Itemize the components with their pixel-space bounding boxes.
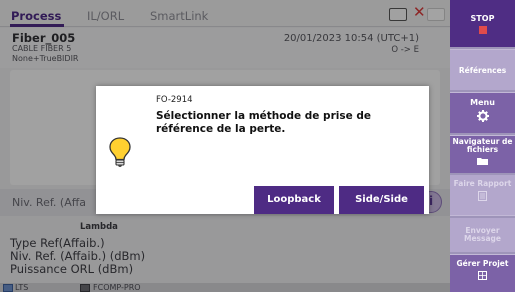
send-message-label: Envoyer Message bbox=[464, 226, 501, 243]
right-sidebar: STOP Références Menu Navigateur de fichi… bbox=[450, 0, 515, 292]
file-navigator-button[interactable]: Navigateur de fichiers bbox=[450, 136, 515, 173]
manage-project-label: Gérer Projet bbox=[456, 259, 509, 268]
sidebar-divider bbox=[450, 90, 515, 92]
sidebar-divider bbox=[450, 47, 515, 49]
stop-label: STOP bbox=[470, 14, 495, 23]
project-grid-icon bbox=[478, 271, 487, 280]
loopback-button[interactable]: Loopback bbox=[254, 186, 334, 214]
references-label: Références bbox=[458, 66, 507, 75]
dialog-code: FO-2914 bbox=[156, 95, 193, 105]
send-message-button[interactable]: Envoyer Message bbox=[450, 218, 515, 252]
side-side-button[interactable]: Side/Side bbox=[339, 186, 424, 214]
make-report-button[interactable]: Faire Rapport bbox=[450, 175, 515, 215]
stop-button[interactable]: STOP bbox=[450, 0, 515, 47]
references-button[interactable]: Références bbox=[450, 50, 515, 90]
stop-square-icon bbox=[478, 26, 487, 34]
lightbulb-icon bbox=[109, 137, 131, 167]
gear-icon bbox=[476, 110, 489, 122]
file-navigator-label: Navigateur de fichiers bbox=[452, 137, 513, 154]
menu-button[interactable]: Menu bbox=[450, 93, 515, 133]
app-window: Process IL/ORL SmartLink ✕ Fiber_005 CAB… bbox=[0, 0, 515, 292]
folder-icon bbox=[477, 158, 488, 165]
sidebar-divider bbox=[450, 252, 515, 254]
sidebar-divider bbox=[450, 133, 515, 135]
report-icon bbox=[478, 191, 487, 201]
main-area: Process IL/ORL SmartLink ✕ Fiber_005 CAB… bbox=[0, 0, 450, 292]
manage-project-button[interactable]: Gérer Projet bbox=[450, 255, 515, 292]
make-report-label: Faire Rapport bbox=[453, 179, 512, 188]
reference-method-dialog: FO-2914 Sélectionner la méthode de prise… bbox=[96, 86, 429, 214]
menu-label: Menu bbox=[470, 98, 495, 107]
dialog-message: Sélectionner la méthode de prise de réfé… bbox=[156, 110, 372, 135]
